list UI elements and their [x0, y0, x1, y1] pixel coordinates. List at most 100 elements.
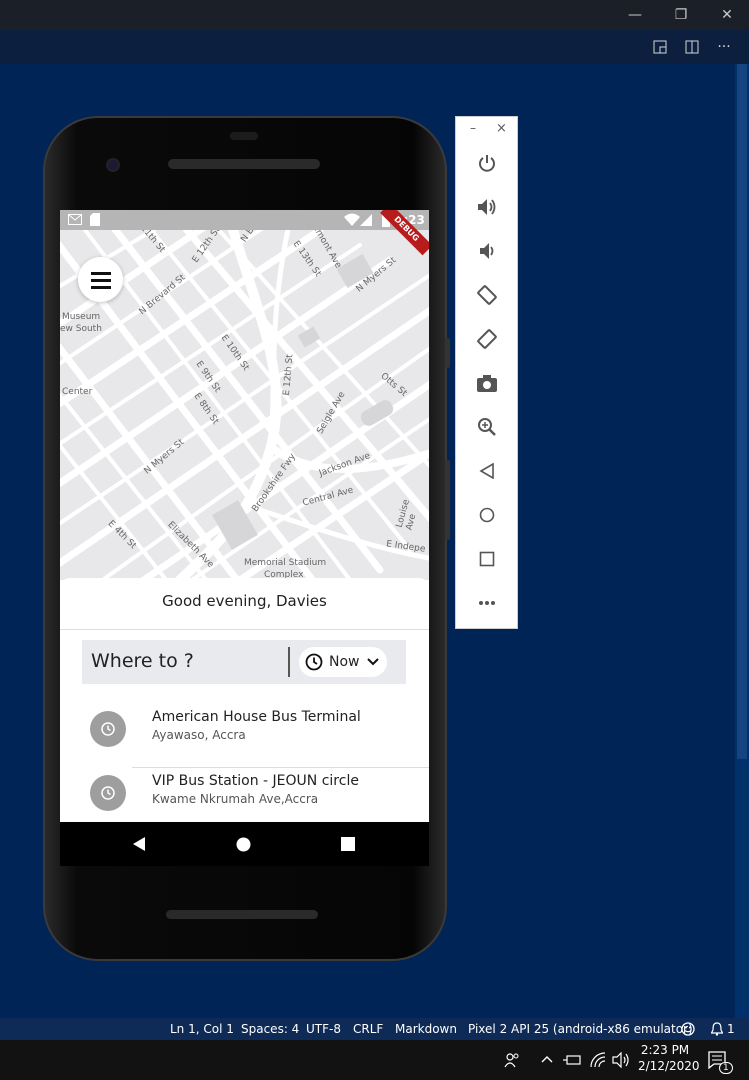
- cursor-position[interactable]: Ln 1, Col 1: [170, 1018, 234, 1040]
- emulator-home-button[interactable]: [456, 493, 517, 537]
- wifi-icon: [344, 213, 360, 226]
- phone-side-button: [445, 338, 450, 368]
- minimize-button[interactable]: —: [612, 0, 658, 30]
- recents-icon[interactable]: [341, 837, 355, 851]
- network-icon[interactable]: [590, 1052, 606, 1068]
- history-icon: [90, 775, 126, 811]
- encoding-setting[interactable]: UTF-8: [306, 1018, 341, 1040]
- device-screen: 11th St E 12th St N B Belmont Ave E 13th…: [60, 210, 429, 822]
- emulator-close-button[interactable]: ×: [496, 121, 507, 136]
- clock-icon: [305, 653, 323, 671]
- bell-icon[interactable]: [711, 1022, 723, 1036]
- map-view[interactable]: 11th St E 12th St N B Belmont Ave E 13th…: [60, 230, 429, 580]
- phone-volume-button: [445, 460, 450, 540]
- emulator-more-button[interactable]: [456, 581, 517, 625]
- time-select-label: Now: [329, 654, 360, 670]
- eol-setting[interactable]: CRLF: [353, 1018, 383, 1040]
- rotate-left-button[interactable]: [456, 273, 517, 317]
- map-label: E 13th St: [290, 239, 323, 279]
- map-label: Brookshire Fwy: [250, 452, 299, 514]
- divider: [60, 629, 429, 630]
- map-label: 11th St: [138, 230, 167, 255]
- map-label: E Indepe: [385, 539, 426, 555]
- chevron-up-icon[interactable]: [541, 1055, 553, 1063]
- flutter-device[interactable]: Pixel 2 API 25 (android-x86 emulator): [468, 1018, 693, 1040]
- home-icon[interactable]: [236, 837, 251, 852]
- map-label: E 8th St: [191, 391, 221, 427]
- map-label: E 9th St: [193, 359, 223, 395]
- map-label: E 10th St: [218, 333, 251, 373]
- map-label: N Brevard St: [137, 272, 188, 318]
- map-label: Seigle Ave: [315, 390, 348, 436]
- list-item[interactable]: VIP Bus Station - JEOUN circle Kwame Nkr…: [60, 762, 429, 822]
- menu-icon: [90, 271, 111, 289]
- open-preview-button[interactable]: [646, 30, 674, 64]
- map-label: Jackson Ave: [317, 451, 372, 479]
- map-label: E 4th St: [105, 518, 138, 552]
- android-status-bar: 2:23 DEBUG: [60, 210, 429, 256]
- editor-status-bar: Ln 1, Col 1 Spaces: 4 UTF-8 CRLF Markdow…: [0, 1018, 749, 1040]
- sd-card-icon: [90, 213, 100, 226]
- speaker-icon[interactable]: [612, 1052, 630, 1068]
- scrollbar-thumb[interactable]: [737, 64, 747, 759]
- where-separator: [288, 647, 290, 677]
- map-label: ew South: [60, 324, 102, 334]
- time-select-button[interactable]: Now: [299, 647, 387, 677]
- minimize-icon: —: [628, 7, 642, 23]
- rotate-right-button[interactable]: [456, 317, 517, 361]
- volume-up-button[interactable]: [456, 185, 517, 229]
- action-center-badge: 1: [719, 1062, 733, 1074]
- clock-time: 2:23 PM: [640, 1043, 690, 1057]
- history-icon: [90, 711, 126, 747]
- more-actions-button[interactable]: ···: [710, 30, 738, 64]
- restore-button[interactable]: ❐: [658, 0, 704, 30]
- map-label: Center: [62, 387, 93, 397]
- language-mode[interactable]: Markdown: [395, 1018, 457, 1040]
- feedback-smiley-icon[interactable]: [681, 1022, 695, 1036]
- volume-down-button[interactable]: [456, 229, 517, 273]
- overview-square-icon: [479, 551, 494, 567]
- emulator-back-button[interactable]: [456, 449, 517, 493]
- emulator-overview-button[interactable]: [456, 537, 517, 581]
- menu-button[interactable]: [78, 257, 123, 302]
- close-window-button[interactable]: ✕: [704, 0, 749, 30]
- zoom-icon: [477, 418, 496, 436]
- place-name: VIP Bus Station - JEOUN circle: [152, 773, 359, 789]
- front-camera: [106, 158, 120, 172]
- close-icon: ✕: [721, 7, 733, 23]
- android-nav-bar: [60, 822, 429, 866]
- clock[interactable]: 2:23 PM 2/12/2020: [638, 1043, 700, 1073]
- split-editor-button[interactable]: [678, 30, 706, 64]
- notification-count: 1: [727, 1022, 735, 1036]
- zoom-button[interactable]: [456, 405, 517, 449]
- camera-icon: [476, 374, 497, 392]
- place-address: Ayawaso, Accra: [152, 728, 246, 742]
- map-label: N Myers St: [354, 255, 399, 295]
- greeting-text: Good evening, Davies: [162, 592, 327, 610]
- map-label: Louise Ave: [394, 498, 419, 532]
- windows-taskbar: 2:23 PM 2/12/2020 1: [0, 1040, 749, 1080]
- where-to-bar[interactable]: Where to ? Now: [82, 640, 406, 684]
- screenshot-button[interactable]: [456, 361, 517, 405]
- back-triangle-icon: [478, 463, 494, 479]
- map-label: Central Ave: [301, 485, 355, 509]
- emulator-minimize-button[interactable]: –: [470, 121, 476, 135]
- gmail-notification-icon: [68, 214, 82, 225]
- home-circle-icon: [479, 507, 494, 523]
- editor-toolbar: [0, 30, 749, 64]
- preview-icon: [653, 40, 667, 54]
- list-item[interactable]: American House Bus Terminal Ayawaso, Acc…: [60, 698, 429, 762]
- people-icon[interactable]: [504, 1052, 520, 1068]
- power-button[interactable]: [456, 141, 517, 185]
- map-label: Otts St: [378, 371, 409, 399]
- map-label: N B: [239, 230, 257, 245]
- map-label: E 12th St: [281, 353, 296, 397]
- earpiece: [230, 132, 258, 140]
- indentation-setting[interactable]: Spaces: 4: [241, 1018, 299, 1040]
- emulator-toolbar: – ×: [455, 116, 518, 629]
- chevron-down-icon: [366, 658, 379, 666]
- rotate-right-icon: [476, 329, 497, 349]
- top-speaker: [168, 159, 320, 169]
- power-plug-icon[interactable]: [563, 1053, 581, 1067]
- back-icon[interactable]: [132, 837, 146, 851]
